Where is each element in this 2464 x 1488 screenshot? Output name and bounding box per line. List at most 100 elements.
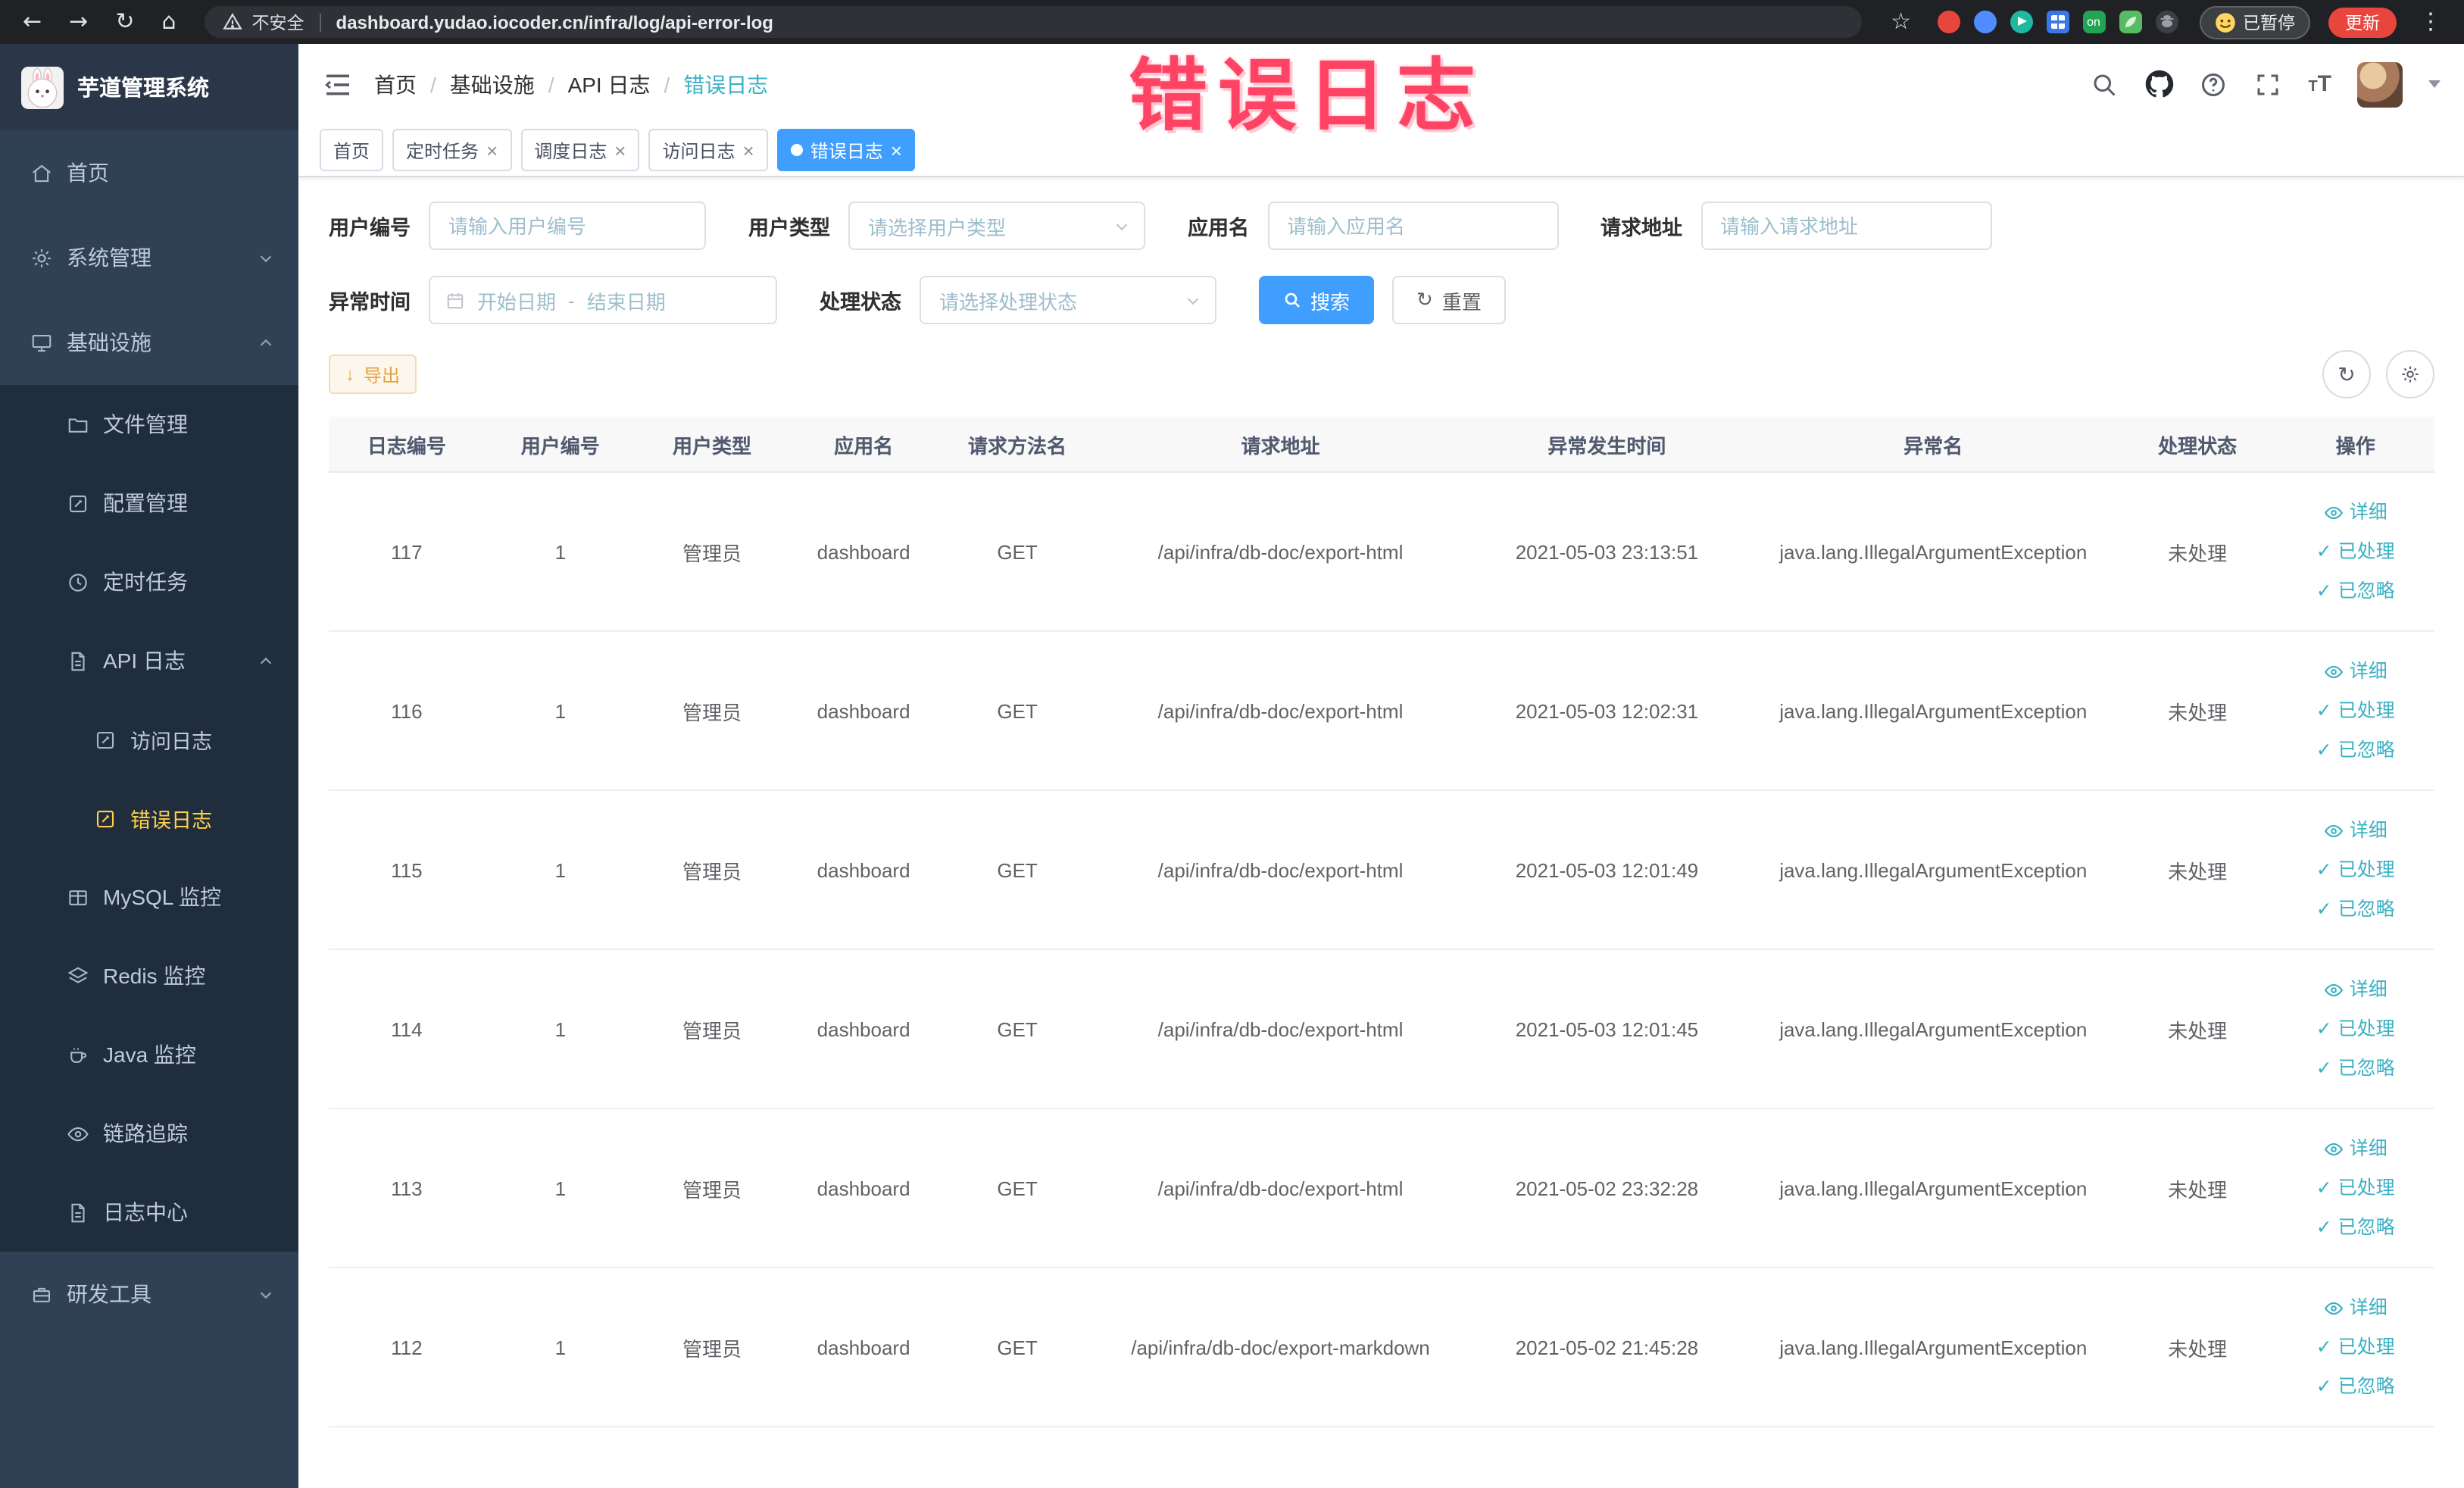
chevron-down-icon [260, 255, 272, 262]
sidebar-item-api-logs[interactable]: API 日志 [0, 621, 298, 700]
sidebar-item-link-tracing[interactable]: 链路追踪 [0, 1094, 298, 1173]
infrastructure-submenu: 文件管理 配置管理 定时任务 API 日志 访问日志 错误日志 MySQL 监控… [0, 385, 298, 1252]
tag-error-log[interactable]: 错误日志 × [776, 129, 916, 171]
extension-drop-icon[interactable] [1973, 11, 1996, 33]
font-size-icon[interactable]: TT [2308, 71, 2331, 97]
sidebar-item-infrastructure[interactable]: 基础设施 [0, 300, 298, 385]
ignored-link[interactable]: ✓ 已忽略 [2282, 571, 2428, 611]
ignored-link[interactable]: ✓ 已忽略 [2282, 730, 2428, 770]
sidebar-item-home[interactable]: 首页 [0, 130, 298, 215]
browser-kebab-menu-icon[interactable]: ⋮ [2409, 0, 2453, 44]
calendar-icon [447, 292, 464, 308]
sidebar-item-dev-tools[interactable]: 研发工具 [0, 1252, 298, 1336]
search-button[interactable]: 搜索 [1259, 276, 1375, 324]
close-icon[interactable]: × [891, 140, 902, 160]
browser-forward-icon[interactable]: → [58, 0, 98, 44]
user-id-input[interactable] [429, 202, 706, 250]
extensions-area: on [1928, 11, 2187, 33]
browser-home-icon[interactable]: ⌂ [151, 0, 186, 44]
exception-time-range-picker[interactable]: 开始日期 - 结束日期 [429, 276, 777, 324]
extension-play-icon[interactable] [2010, 11, 2032, 33]
document-icon [71, 1202, 85, 1222]
sidebar-item-redis-monitor[interactable]: Redis 监控 [0, 936, 298, 1015]
tag-access-log[interactable]: 访问日志 × [648, 129, 768, 171]
processed-link[interactable]: ✓ 已处理 [2282, 1168, 2428, 1208]
breadcrumb-infrastructure[interactable]: 基础设施 [450, 69, 535, 99]
close-icon[interactable]: × [614, 140, 626, 160]
update-button[interactable]: 更新 [2328, 7, 2397, 37]
request-url-label: 请求地址 [1601, 217, 1682, 239]
extension-grid-icon[interactable] [2046, 11, 2069, 33]
sidebar-item-error-log[interactable]: 错误日志 [0, 779, 298, 858]
process-status-select[interactable]: 请选择处理状态 [920, 276, 1216, 324]
eye-icon [2324, 1301, 2343, 1315]
user-type-select[interactable]: 请选择用户类型 [848, 202, 1145, 250]
paused-badge[interactable]: 已暂停 [2199, 5, 2310, 39]
processed-link[interactable]: ✓ 已处理 [2282, 1009, 2428, 1049]
sidebar-item-scheduled-tasks[interactable]: 定时任务 [0, 542, 298, 621]
detail-link[interactable]: 详细 [2282, 1129, 2428, 1168]
ignored-link[interactable]: ✓ 已忽略 [2282, 1208, 2428, 1247]
extension-on-switch-icon[interactable]: on [2082, 11, 2105, 33]
export-button[interactable]: ↓ 导出 [329, 355, 417, 394]
eye-icon [67, 1126, 89, 1141]
fullscreen-icon[interactable] [2253, 70, 2282, 98]
eye-icon [2324, 983, 2343, 996]
sidebar-item-system-management[interactable]: 系统管理 [0, 215, 298, 300]
edit-icon [96, 809, 114, 827]
sidebar-item-access-log[interactable]: 访问日志 [0, 700, 298, 779]
extension-record-icon[interactable] [1937, 11, 1960, 33]
processed-link[interactable]: ✓ 已处理 [2282, 532, 2428, 571]
ignored-link[interactable]: ✓ 已忽略 [2282, 1367, 2428, 1406]
hamburger-collapse-icon[interactable] [323, 69, 353, 99]
user-avatar[interactable] [2357, 61, 2403, 107]
detail-link[interactable]: 详细 [2282, 970, 2428, 1009]
help-icon[interactable] [2199, 70, 2228, 98]
sidebar-item-file-management[interactable]: 文件管理 [0, 385, 298, 464]
smiley-icon [2215, 12, 2234, 32]
detail-link[interactable]: 详细 [2282, 492, 2428, 532]
avatar-caret-icon[interactable] [2428, 80, 2441, 88]
column-settings-button[interactable] [2386, 350, 2434, 399]
tag-scheduled-tasks[interactable]: 定时任务 × [392, 129, 512, 171]
processed-link[interactable]: ✓ 已处理 [2282, 850, 2428, 889]
breadcrumb-api-logs[interactable]: API 日志 [568, 69, 651, 99]
eye-icon [2324, 664, 2343, 678]
detail-link[interactable]: 详细 [2282, 1288, 2428, 1327]
ignored-link[interactable]: ✓ 已忽略 [2282, 1049, 2428, 1088]
sidebar-item-log-center[interactable]: 日志中心 [0, 1173, 298, 1252]
github-icon[interactable] [2144, 70, 2173, 98]
logo[interactable]: 芋道管理系统 [0, 44, 298, 130]
extension-leaf-icon[interactable] [2119, 11, 2141, 33]
sidebar-item-java-monitor[interactable]: Java 监控 [0, 1015, 298, 1094]
sidebar-item-config-management[interactable]: 配置管理 [0, 464, 298, 542]
request-url-input[interactable] [1700, 202, 1991, 250]
browser-back-icon[interactable]: ← [12, 0, 52, 44]
gear-icon [33, 249, 51, 267]
search-icon[interactable] [2090, 70, 2119, 98]
refresh-button[interactable]: ↻ [2322, 350, 2371, 399]
toolbox-icon [33, 1286, 51, 1302]
ignored-link[interactable]: ✓ 已忽略 [2282, 889, 2428, 929]
close-icon[interactable]: × [743, 140, 754, 160]
breadcrumb-home[interactable]: 首页 [374, 69, 417, 99]
processed-link[interactable]: ✓ 已处理 [2282, 691, 2428, 730]
monitor-icon [32, 333, 52, 352]
extension-paw-icon[interactable] [2155, 11, 2178, 33]
sidebar-item-mysql-monitor[interactable]: MySQL 监控 [0, 858, 298, 936]
browser-reload-icon[interactable]: ↻ [105, 0, 145, 44]
chevron-up-icon [260, 656, 272, 664]
reset-button[interactable]: ↻ 重置 [1392, 276, 1506, 324]
tag-dispatch-log[interactable]: 调度日志 × [520, 129, 640, 171]
address-bar[interactable]: 不安全 dashboard.yudao.iocoder.cn/infra/log… [205, 6, 1863, 38]
breadcrumb-separator: / [430, 72, 436, 96]
tag-home[interactable]: 首页 [320, 129, 384, 171]
detail-link[interactable]: 详细 [2282, 811, 2428, 850]
close-icon[interactable]: × [486, 140, 498, 160]
status-text: 未处理 [2118, 472, 2277, 632]
bookmark-star-icon[interactable]: ☆ [1880, 0, 1922, 44]
app-name-input[interactable] [1267, 202, 1558, 250]
detail-link[interactable]: 详细 [2282, 652, 2428, 691]
processed-link[interactable]: ✓ 已处理 [2282, 1327, 2428, 1367]
col-method: 请求方法名 [939, 417, 1095, 473]
